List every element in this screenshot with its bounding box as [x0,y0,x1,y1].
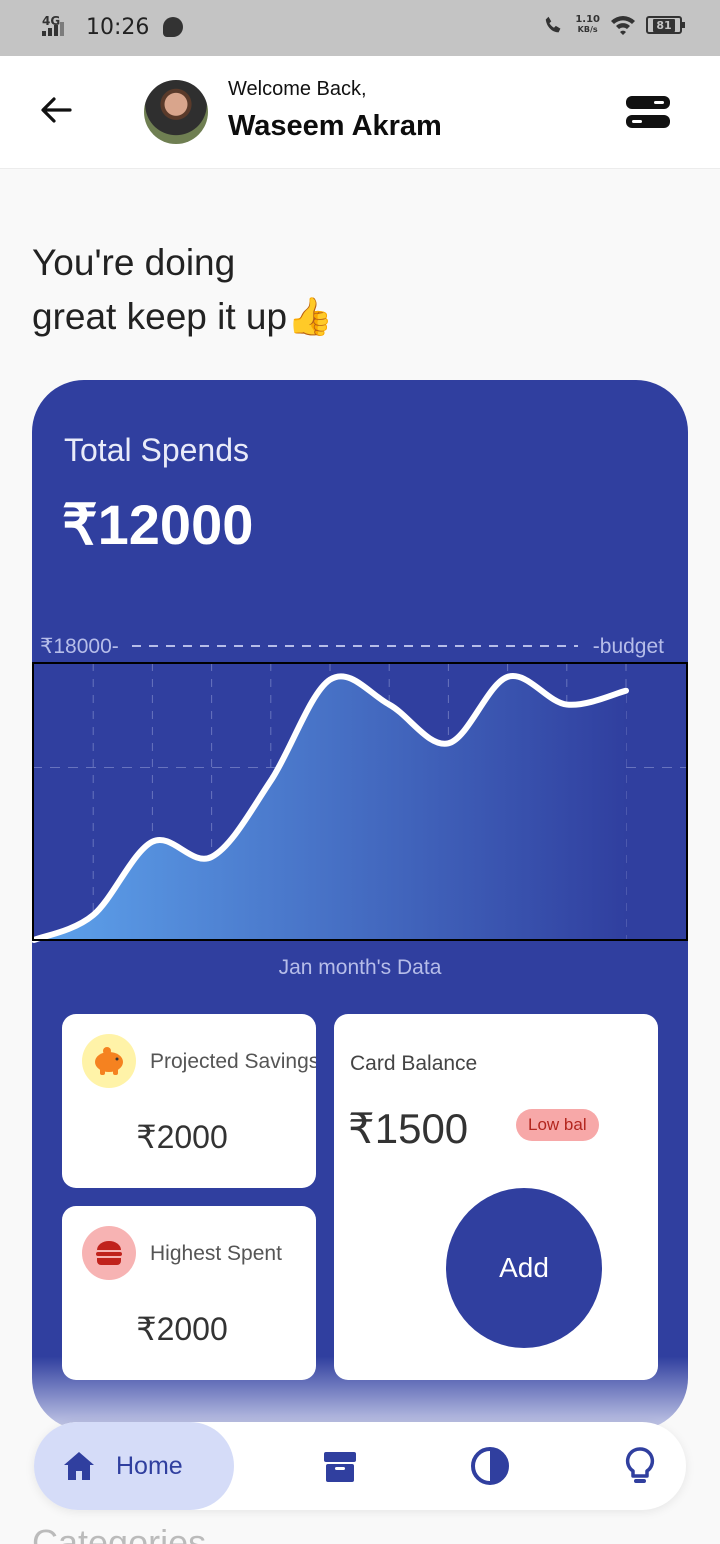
status-right: 1.10 KB/s 81 [543,14,685,36]
highest-spent-title: Highest Spent [150,1242,282,1265]
spend-chart-svg: ₹18000- -budget [32,635,688,943]
highest-spent-card[interactable]: Highest Spent ₹2000 [62,1206,316,1380]
card-balance-card: Card Balance ₹1500 Low bal Add [334,1014,658,1380]
network-speed: 1.10 KB/s [575,15,600,35]
projected-savings-value: ₹2000 [136,1119,228,1155]
welcome-text: Welcome Back, [228,78,367,100]
status-left: 4G 10:26 [40,14,184,40]
menu-toggle-icon-bottom [626,115,670,128]
projected-savings-card[interactable]: Projected Savings ₹2000 [62,1014,316,1188]
piggy-bank-icon [82,1034,136,1088]
app-header: Welcome Back, Waseem Akram [0,56,720,169]
greeting-line-1: You're doing [32,242,236,283]
nav-ideas[interactable] [620,1446,660,1486]
speed-value: 1.10 [575,14,600,25]
low-balance-badge: Low bal [516,1109,599,1141]
greeting-line-2: great keep it up👍 [32,296,334,337]
speed-unit: KB/s [577,25,598,34]
signal-icon: 4G [40,14,74,40]
battery-level: 81 [653,18,675,32]
menu-toggle-icon [626,96,670,109]
nav-home-label: Home [116,1451,183,1480]
battery-icon: 81 [646,16,685,34]
card-balance-title: Card Balance [350,1052,478,1075]
contrast-icon [471,1447,509,1485]
nav-contrast[interactable] [470,1446,510,1486]
back-button[interactable] [36,90,76,130]
projected-savings-title: Projected Savings [150,1050,316,1073]
clock: 10:26 [86,14,150,40]
spends-card: Total Spends ₹12000 ₹18000- -budget Jan … [32,380,688,1430]
card-balance-value: ₹1500 [348,1105,469,1152]
wifi-icon [611,16,635,35]
user-name: Waseem Akram [228,110,442,142]
avatar[interactable] [144,80,208,144]
status-bar: 4G 10:26 1.10 KB/s 81 [0,0,720,56]
spend-chart: ₹18000- -budget [32,630,688,950]
greeting: You're doing great keep it up👍 [32,236,532,344]
total-spends-value: ₹12000 [62,493,254,556]
home-icon [64,1452,94,1480]
chart-caption: Jan month's Data [278,956,442,979]
arrow-left-icon [41,97,72,123]
lightbulb-icon [625,1447,655,1483]
budget-suffix: -budget [593,635,664,658]
total-spends-label: Total Spends [64,432,250,468]
budget-label: ₹18000- [40,635,119,658]
box-icon [324,1452,356,1482]
bottom-navigation: Home [34,1422,686,1510]
wifi-call-icon [546,16,561,33]
highest-spent-value: ₹2000 [136,1311,228,1347]
nav-box[interactable] [320,1446,360,1486]
leaf-icon [163,17,184,37]
spend-area [34,675,626,940]
menu-toggle-button[interactable] [626,96,670,130]
add-balance-button[interactable]: Add [446,1188,602,1348]
burger-icon [82,1226,136,1280]
nav-home[interactable]: Home [34,1422,234,1510]
categories-heading: Categories [32,1522,207,1544]
